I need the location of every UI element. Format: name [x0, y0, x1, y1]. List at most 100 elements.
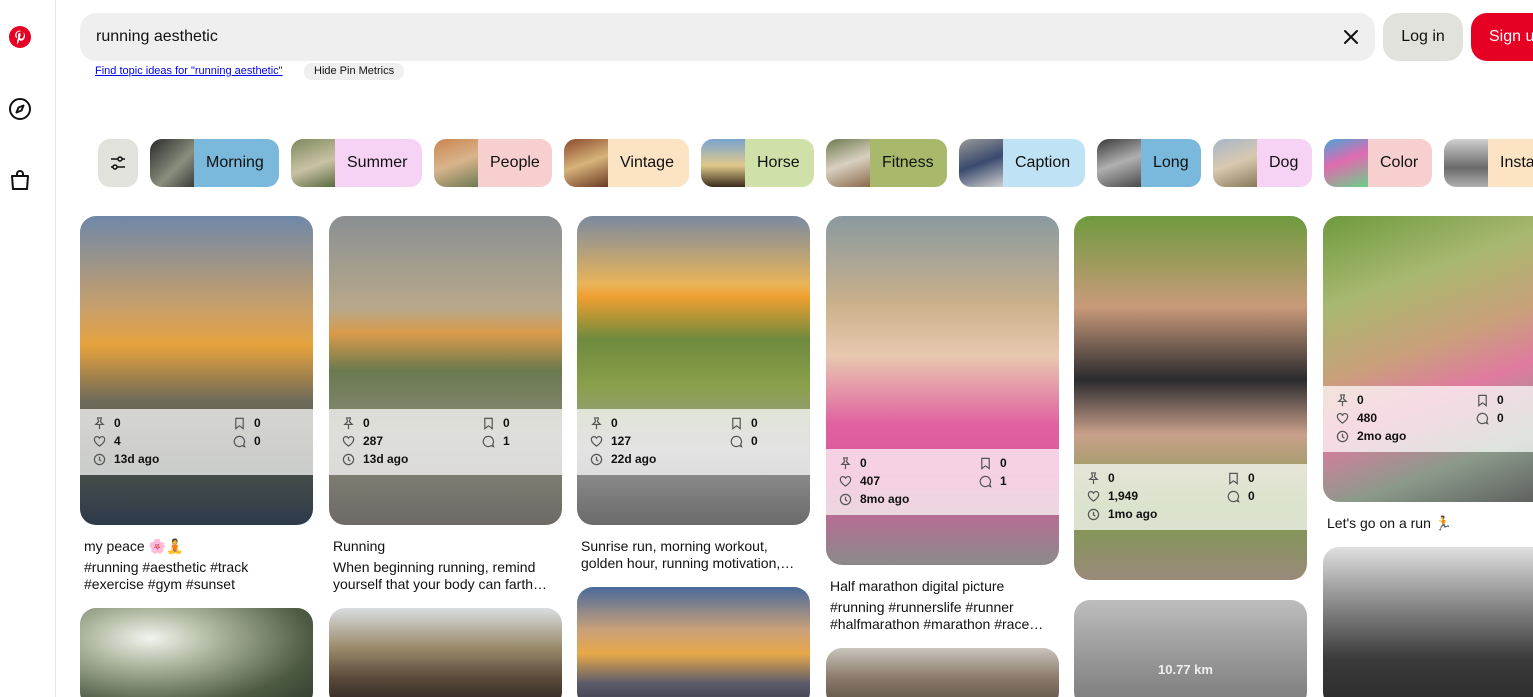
comment-icon [233, 435, 246, 448]
chip-thumbnail [1324, 139, 1368, 187]
hide-pin-metrics-button[interactable]: Hide Pin Metrics [304, 63, 405, 80]
pin-image[interactable] [80, 608, 313, 697]
pinterest-logo-icon[interactable] [8, 25, 32, 49]
heart-icon [1336, 412, 1349, 424]
pin-image[interactable] [329, 608, 562, 697]
like-count: 287 [363, 434, 384, 448]
bookmark-count: 0 [1248, 471, 1255, 485]
filters-button[interactable] [98, 139, 138, 187]
pin-title[interactable]: Running [333, 538, 385, 554]
like-count: 127 [611, 434, 632, 448]
chip-dog[interactable]: Dog [1213, 139, 1312, 187]
clock-icon [839, 493, 852, 505]
pin-image[interactable] [577, 587, 810, 697]
comment-count: 1 [503, 434, 510, 448]
pin-title[interactable]: my peace 🌸🧘 [84, 538, 183, 555]
chip-morning[interactable]: Morning [150, 139, 279, 187]
pin-description: #running #runnerslife #runner #halfmarat… [830, 599, 1044, 632]
pin-metrics: 0 4 13d ago 0 0 [80, 409, 313, 475]
like-count: 480 [1357, 411, 1378, 425]
pin-age: 2mo ago [1357, 429, 1407, 443]
bookmark-count: 0 [751, 416, 758, 430]
bookmark-count: 0 [1000, 456, 1007, 470]
chip-summer[interactable]: Summer [291, 139, 422, 187]
chip-caption[interactable]: Caption [959, 139, 1085, 187]
chip-people[interactable]: People [434, 139, 552, 187]
pin-save-icon [343, 416, 354, 429]
chip-label: Color [1368, 139, 1432, 187]
search-input[interactable] [96, 28, 1296, 46]
chip-label: Dog [1257, 139, 1312, 187]
chip-fitness[interactable]: Fitness [826, 139, 947, 187]
search-bar[interactable] [80, 13, 1375, 61]
chip-thumbnail [434, 139, 478, 187]
chip-thumbnail [701, 139, 745, 187]
pin-image[interactable] [577, 216, 810, 525]
chip-thumbnail [150, 139, 194, 187]
pin-description: #running #aesthetic #track #exercise #gy… [84, 559, 249, 592]
left-rail [0, 0, 56, 697]
bookmark-count: 0 [503, 416, 510, 430]
comment-count: 1 [1000, 474, 1007, 488]
login-button[interactable]: Log in [1383, 13, 1463, 61]
bookmark-icon [1229, 472, 1238, 485]
pin-description: Sunrise run, morning workout, golden hou… [581, 538, 795, 571]
pin-age: 13d ago [114, 452, 160, 466]
pin-age: 8mo ago [860, 492, 910, 506]
comment-count: 0 [1497, 411, 1504, 425]
pin-save-icon [1088, 471, 1099, 484]
bookmark-count: 0 [254, 416, 261, 430]
chip-insta[interactable]: Insta [1444, 139, 1533, 187]
heart-icon [342, 435, 355, 447]
shopping-bag-icon[interactable] [8, 168, 32, 192]
pin-metrics: 0 407 8mo ago 0 1 [826, 449, 1059, 515]
pin-description: When beginning running, remind yourself … [333, 559, 547, 592]
pin-image[interactable] [329, 216, 562, 525]
pin-image[interactable] [1323, 547, 1533, 697]
comment-count: 0 [254, 434, 261, 448]
chip-label: Caption [1003, 139, 1085, 187]
chip-thumbnail [564, 139, 608, 187]
topic-ideas-link[interactable]: Find topic ideas for "running aesthetic" [95, 65, 283, 77]
bookmark-icon [981, 457, 990, 470]
pin-title[interactable]: Let's go on a run 🏃 [1327, 515, 1452, 532]
chip-color[interactable]: Color [1324, 139, 1432, 187]
pin-image[interactable] [1074, 600, 1307, 697]
chip-horse[interactable]: Horse [701, 139, 814, 187]
like-count: 1,949 [1108, 489, 1139, 503]
chip-vintage[interactable]: Vintage [564, 139, 689, 187]
comment-count: 0 [1248, 489, 1255, 503]
pin-save-icon [1337, 393, 1348, 406]
comment-icon [1476, 412, 1489, 425]
pin-save-count: 0 [1357, 393, 1364, 407]
chip-thumbnail [826, 139, 870, 187]
chip-long[interactable]: Long [1097, 139, 1201, 187]
clear-search-icon[interactable] [1341, 27, 1361, 47]
pin-image[interactable] [826, 648, 1059, 697]
chip-label: Fitness [870, 139, 947, 187]
pin-save-count: 0 [363, 416, 370, 430]
chip-thumbnail [1097, 139, 1141, 187]
comment-icon [1227, 490, 1240, 503]
pin-image[interactable] [1323, 216, 1533, 502]
comment-count: 0 [751, 434, 758, 448]
like-count: 407 [860, 474, 881, 488]
filter-sliders-icon [111, 156, 125, 170]
bookmark-icon [1478, 394, 1487, 407]
chip-thumbnail [291, 139, 335, 187]
comment-icon [730, 435, 743, 448]
chip-thumbnail [1444, 139, 1488, 187]
heart-icon [1087, 490, 1100, 502]
pin-title[interactable]: Half marathon digital picture [830, 578, 1004, 594]
bookmark-count: 0 [1497, 393, 1504, 407]
clock-icon [590, 453, 603, 465]
heart-icon [93, 435, 106, 447]
explore-compass-icon[interactable] [8, 97, 32, 121]
clock-icon [93, 453, 106, 465]
pin-image[interactable] [80, 216, 313, 525]
signup-button[interactable]: Sign up [1471, 13, 1533, 61]
pin-save-count: 0 [114, 416, 121, 430]
chip-thumbnail [1213, 139, 1257, 187]
clock-icon [1336, 430, 1349, 442]
chip-label: People [478, 139, 552, 187]
